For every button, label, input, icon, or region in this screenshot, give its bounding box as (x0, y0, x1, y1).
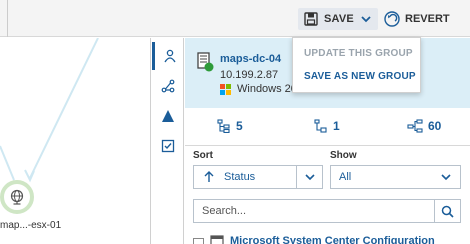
stat-child-nodes-value: 1 (333, 119, 340, 133)
row-checkbox[interactable] (193, 237, 204, 244)
connection-lines (0, 38, 99, 183)
chevron-down-icon (304, 174, 315, 181)
rail-tab-tasks[interactable] (152, 132, 184, 160)
save-button[interactable]: SAVE (298, 8, 378, 30)
chevron-down-icon (441, 174, 451, 181)
menu-item-save-as-new-group[interactable]: SAVE AS NEW GROUP (304, 71, 416, 82)
chevron-down-icon (361, 16, 371, 23)
stat-connections-value: 60 (428, 119, 442, 133)
side-rail (152, 38, 184, 244)
windows-logo-icon (220, 83, 231, 95)
sort-label: Sort (193, 150, 213, 161)
globe-icon (10, 189, 24, 205)
application-icon (210, 235, 224, 244)
toolbar-left-edge (0, 0, 8, 37)
node-name-link[interactable]: maps-dc-04 (220, 53, 281, 65)
node-stats: 5 1 60 (185, 108, 470, 146)
node-os: Windows 20 (220, 83, 297, 95)
stat-connections[interactable]: 60 (407, 119, 441, 133)
connections-icon (407, 119, 423, 133)
save-label: SAVE (324, 13, 354, 25)
show-value: All (339, 171, 352, 183)
list-item-name: Microsoft System Center Configuration (230, 235, 435, 244)
search-icon (441, 205, 454, 218)
node-os-label: Windows 20 (237, 83, 297, 95)
rail-tab-node-details[interactable] (152, 42, 184, 70)
stat-hierarchy-value: 5 (236, 119, 243, 133)
arrow-up-icon (204, 171, 214, 182)
floppy-disk-icon (304, 12, 318, 26)
rail-tab-alerts[interactable] (152, 102, 184, 130)
node-tree-icon (163, 49, 176, 63)
stat-child-nodes[interactable]: 1 (314, 119, 340, 133)
show-label: Show (330, 150, 357, 161)
checklist-icon (161, 139, 175, 153)
relationships-icon (161, 79, 175, 93)
search-button[interactable] (434, 200, 460, 222)
server-icon (197, 52, 215, 75)
sort-select[interactable]: Status (193, 165, 323, 189)
show-select[interactable]: All (330, 165, 461, 189)
map-canvas[interactable]: map...-esx-01 (0, 38, 151, 244)
node-label: map...-esx-01 (0, 220, 62, 231)
top-toolbar: SAVE REVERT (0, 0, 470, 37)
revert-label: REVERT (405, 13, 450, 25)
map-node[interactable] (0, 180, 34, 214)
revert-button[interactable]: REVERT (384, 8, 450, 30)
sort-dropdown-toggle[interactable] (296, 166, 322, 188)
search-box: Search... (193, 199, 461, 223)
list-item[interactable]: Microsoft System Center Configuration (193, 235, 470, 244)
node-ip: 10.199.2.87 (220, 69, 279, 81)
undo-icon (384, 11, 400, 27)
warning-icon (162, 110, 174, 122)
sort-value: Status (224, 171, 256, 183)
stat-hierarchy[interactable]: 5 (217, 119, 243, 133)
hierarchy-icon (217, 119, 230, 133)
search-input[interactable]: Search... (194, 205, 434, 217)
rail-tab-relationships[interactable] (152, 72, 184, 100)
save-dropdown-menu: UPDATE THIS GROUP SAVE AS NEW GROUP (292, 37, 421, 93)
child-nodes-icon (314, 119, 327, 133)
menu-item-update-this-group[interactable]: UPDATE THIS GROUP (304, 48, 413, 59)
